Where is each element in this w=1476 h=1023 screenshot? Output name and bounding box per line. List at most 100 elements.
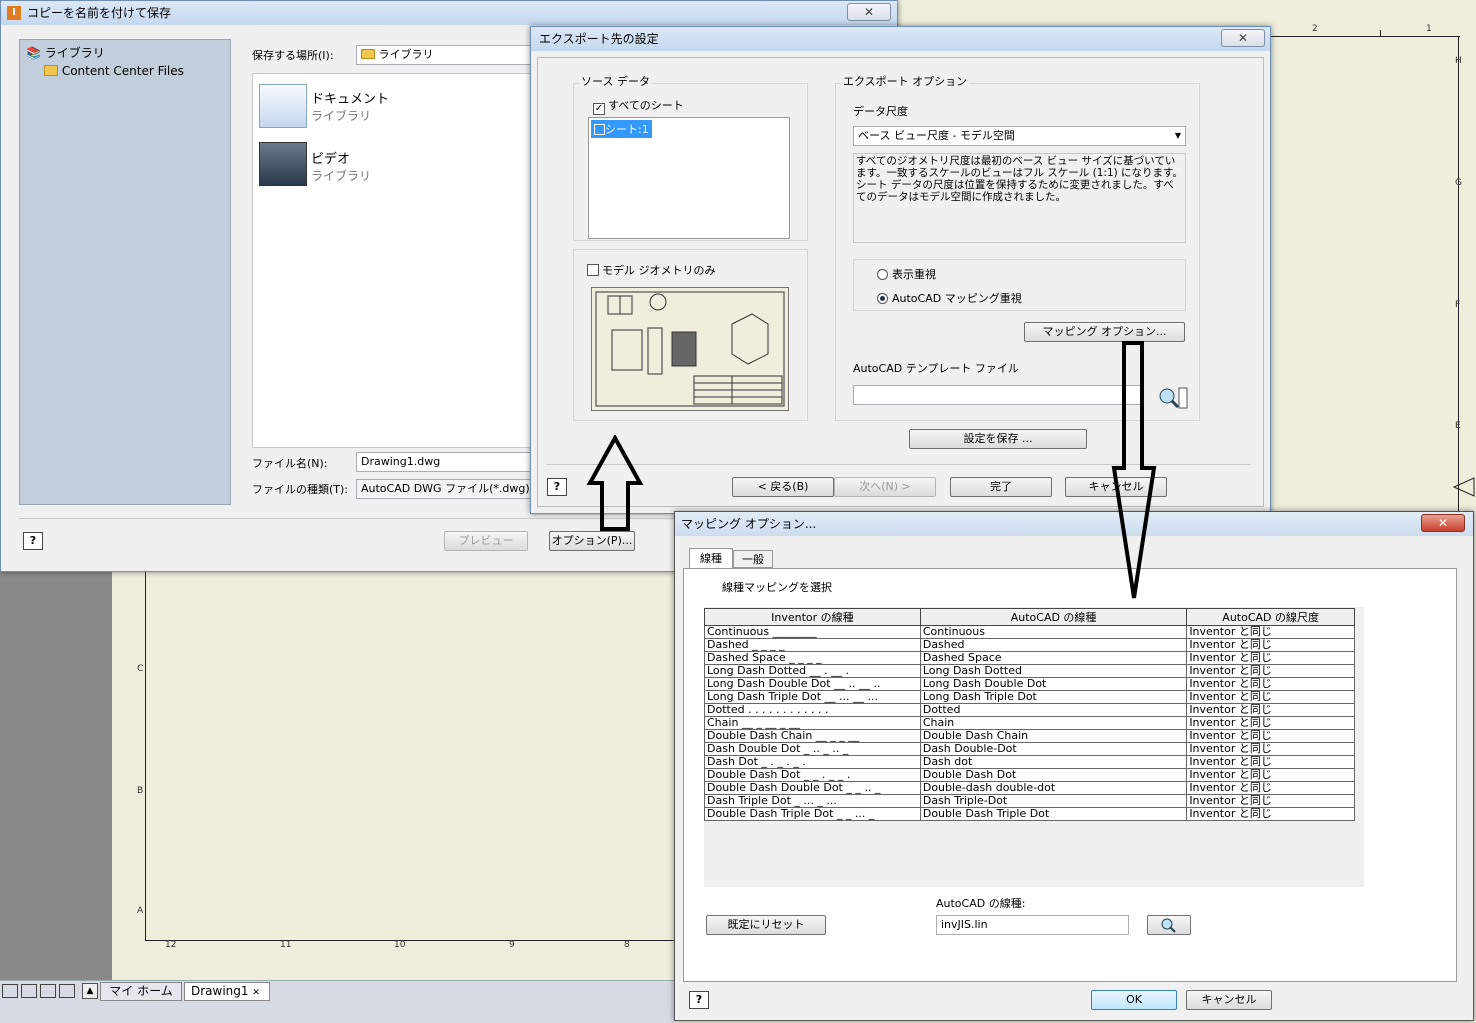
column-header[interactable]: AutoCAD の線尺度 <box>1186 608 1355 626</box>
close-button[interactable]: ✕ <box>1421 514 1465 532</box>
sheet-list-item[interactable]: シート:1 <box>591 120 652 138</box>
table-row[interactable]: Dashed _ _ _ _ Dashed Inventor と同じ <box>704 638 1355 652</box>
ok-button[interactable]: OK <box>1091 990 1177 1010</box>
autocad-linetype-cell[interactable]: Dash Triple-Dot <box>919 794 1188 808</box>
line-scale-cell[interactable]: Inventor と同じ <box>1186 781 1355 795</box>
radio-autocad-mapping[interactable]: AutoCAD マッピング重視 <box>877 290 1022 306</box>
autocad-linetype-cell[interactable]: Continuous <box>919 625 1188 639</box>
inventor-linetype-cell[interactable]: Double Dash Double Dot _ _ .. _ <box>704 781 921 795</box>
autocad-linetype-cell[interactable]: Chain <box>919 716 1188 730</box>
save-in-dropdown[interactable]: ライブラリ <box>356 45 531 65</box>
autocad-linetype-cell[interactable]: Dash Double-Dot <box>919 742 1188 756</box>
filetype-dropdown[interactable]: AutoCAD DWG ファイル(*.dwg) <box>356 479 531 499</box>
file-list[interactable]: ドキュメント ライブラリ ビデオ ライブラリ <box>252 73 532 448</box>
table-row[interactable]: Long Dash Double Dot __ .. __ .. Long Das… <box>704 677 1355 691</box>
autocad-linetype-cell[interactable]: Double-dash double-dot <box>919 781 1188 795</box>
line-scale-cell[interactable]: Inventor と同じ <box>1186 729 1355 743</box>
line-scale-cell[interactable]: Inventor と同じ <box>1186 664 1355 678</box>
tab-scroll-up-icon[interactable]: ▲ <box>82 983 98 999</box>
close-button[interactable]: ✕ <box>847 3 891 21</box>
autocad-linetype-cell[interactable]: Dashed <box>919 638 1188 652</box>
tree-item-library[interactable]: 📚 ライブラリ <box>26 44 105 61</box>
autocad-linetype-cell[interactable]: Dotted <box>919 703 1188 717</box>
table-row[interactable]: Double Dash Double Dot _ _ .. _ Double-da… <box>704 781 1355 795</box>
line-scale-cell[interactable]: Inventor と同じ <box>1186 768 1355 782</box>
inventor-linetype-cell[interactable]: Dash Double Dot _ .. _ .. _ <box>704 742 921 756</box>
autocad-linetype-file-input[interactable]: invJIS.lin <box>936 915 1129 935</box>
close-button[interactable]: ✕ <box>1221 29 1265 47</box>
list-item-name[interactable]: ビデオ <box>311 148 350 167</box>
line-scale-cell[interactable]: Inventor と同じ <box>1186 807 1355 821</box>
browse-linetype-button[interactable] <box>1147 915 1191 935</box>
mapping-options-button[interactable]: マッピング オプション... <box>1024 322 1185 342</box>
inventor-linetype-cell[interactable]: Dash Dot _ . _ . _ . <box>704 755 921 769</box>
line-scale-cell[interactable]: Inventor と同じ <box>1186 638 1355 652</box>
save-settings-button[interactable]: 設定を保存 ... <box>909 429 1087 449</box>
reset-default-button[interactable]: 既定にリセット <box>706 915 826 935</box>
sheet-list[interactable]: シート:1 <box>588 117 790 239</box>
table-row[interactable]: Dash Dot _ . _ . _ . Dash dot Inventor と同じ <box>704 755 1355 769</box>
cancel-button[interactable]: キャンセル <box>1186 990 1272 1010</box>
table-row[interactable]: Dotted . . . . . . . . . . . . Dotted Inve… <box>704 703 1355 717</box>
inventor-linetype-cell[interactable]: Double Dash Dot _ _ . _ _ . <box>704 768 921 782</box>
tab-my-home[interactable]: マイ ホーム <box>100 982 182 1001</box>
table-row[interactable]: Double Dash Dot _ _ . _ _ . Double Dash D… <box>704 768 1355 782</box>
table-row[interactable]: Chain __ _ __ _ __ Chain Inventor と同じ <box>704 716 1355 730</box>
line-scale-cell[interactable]: Inventor と同じ <box>1186 755 1355 769</box>
filename-input[interactable]: Drawing1.dwg <box>356 452 531 472</box>
inventor-linetype-cell[interactable]: Dashed Space _ _ _ _ <box>704 651 921 665</box>
close-tab-icon[interactable]: ✕ <box>252 988 260 998</box>
line-scale-cell[interactable]: Inventor と同じ <box>1186 716 1355 730</box>
browse-search-icon[interactable] <box>1155 385 1189 411</box>
line-scale-cell[interactable]: Inventor と同じ <box>1186 794 1355 808</box>
finish-button[interactable]: 完了 <box>950 477 1052 497</box>
line-scale-cell[interactable]: Inventor と同じ <box>1186 703 1355 717</box>
table-row[interactable]: Dash Double Dot _ .. _ .. _ Dash Double-D… <box>704 742 1355 756</box>
inventor-linetype-cell[interactable]: Continuous ________ <box>704 625 921 639</box>
line-scale-cell[interactable]: Inventor と同じ <box>1186 651 1355 665</box>
help-button[interactable]: ? <box>547 478 567 496</box>
tab-drawing1[interactable]: Drawing1 ✕ <box>184 982 270 1001</box>
template-file-input[interactable] <box>853 385 1143 405</box>
radio-display-priority[interactable]: 表示重視 <box>877 266 936 282</box>
inventor-linetype-cell[interactable]: Long Dash Dotted __ . __ . <box>704 664 921 678</box>
line-scale-cell[interactable]: Inventor と同じ <box>1186 690 1355 704</box>
line-scale-cell[interactable]: Inventor と同じ <box>1186 625 1355 639</box>
inventor-linetype-cell[interactable]: Chain __ _ __ _ __ <box>704 716 921 730</box>
help-button[interactable]: ? <box>689 991 709 1009</box>
all-sheets-checkbox[interactable]: ✓ すべてのシート <box>593 97 684 115</box>
inventor-linetype-cell[interactable]: Dotted . . . . . . . . . . . . <box>704 703 921 717</box>
table-row[interactable]: Double Dash Chain __ _ _ __ Double Dash C… <box>704 729 1355 743</box>
tab-general[interactable]: 一般 <box>733 550 773 568</box>
inventor-linetype-cell[interactable]: Long Dash Triple Dot __ ... __ ... <box>704 690 921 704</box>
list-item-name[interactable]: ドキュメント <box>311 88 389 107</box>
autocad-linetype-cell[interactable]: Double Dash Dot <box>919 768 1188 782</box>
table-row[interactable]: Long Dash Triple Dot __ ... __ ... Long D… <box>704 690 1355 704</box>
column-header[interactable]: Inventor の線種 <box>704 608 921 626</box>
table-row[interactable]: Long Dash Dotted __ . __ . Long Dash Dott… <box>704 664 1355 678</box>
column-header[interactable]: AutoCAD の線種 <box>919 608 1188 626</box>
preview-button[interactable]: プレビュー <box>444 531 528 551</box>
inventor-linetype-cell[interactable]: Dashed _ _ _ _ <box>704 638 921 652</box>
autocad-linetype-cell[interactable]: Dashed Space <box>919 651 1188 665</box>
inventor-linetype-cell[interactable]: Double Dash Triple Dot _ _ ... _ <box>704 807 921 821</box>
tree-item-content-center[interactable]: Content Center Files <box>44 64 184 78</box>
autocad-linetype-cell[interactable]: Long Dash Triple Dot <box>919 690 1188 704</box>
model-geometry-only-checkbox[interactable]: モデル ジオメトリのみ <box>587 262 716 278</box>
linetype-mapping-table[interactable]: Inventor の線種 AutoCAD の線種 AutoCAD の線尺度 Co… <box>704 608 1355 821</box>
next-button[interactable]: 次へ(N) > <box>834 477 936 497</box>
data-scale-dropdown[interactable]: ベース ビュー尺度 - モデル空間 ▼ <box>853 126 1186 146</box>
autocad-linetype-cell[interactable]: Long Dash Double Dot <box>919 677 1188 691</box>
help-button[interactable]: ? <box>23 532 43 550</box>
autocad-linetype-cell[interactable]: Long Dash Dotted <box>919 664 1188 678</box>
autocad-linetype-cell[interactable]: Dash dot <box>919 755 1188 769</box>
table-row[interactable]: Double Dash Triple Dot _ _ ... _ Double D… <box>704 807 1355 821</box>
inventor-linetype-cell[interactable]: Dash Triple Dot _ ... _ ... <box>704 794 921 808</box>
inventor-linetype-cell[interactable]: Double Dash Chain __ _ _ __ <box>704 729 921 743</box>
inventor-linetype-cell[interactable]: Long Dash Double Dot __ .. __ .. <box>704 677 921 691</box>
table-row[interactable]: Dashed Space _ _ _ _ Dashed Space Inventor… <box>704 651 1355 665</box>
line-scale-cell[interactable]: Inventor と同じ <box>1186 677 1355 691</box>
table-row[interactable]: Continuous ________ Continuous Inventor と同… <box>704 625 1355 639</box>
tab-linetype[interactable]: 線種 <box>689 548 733 568</box>
table-row[interactable]: Dash Triple Dot _ ... _ ... Dash Triple-D… <box>704 794 1355 808</box>
